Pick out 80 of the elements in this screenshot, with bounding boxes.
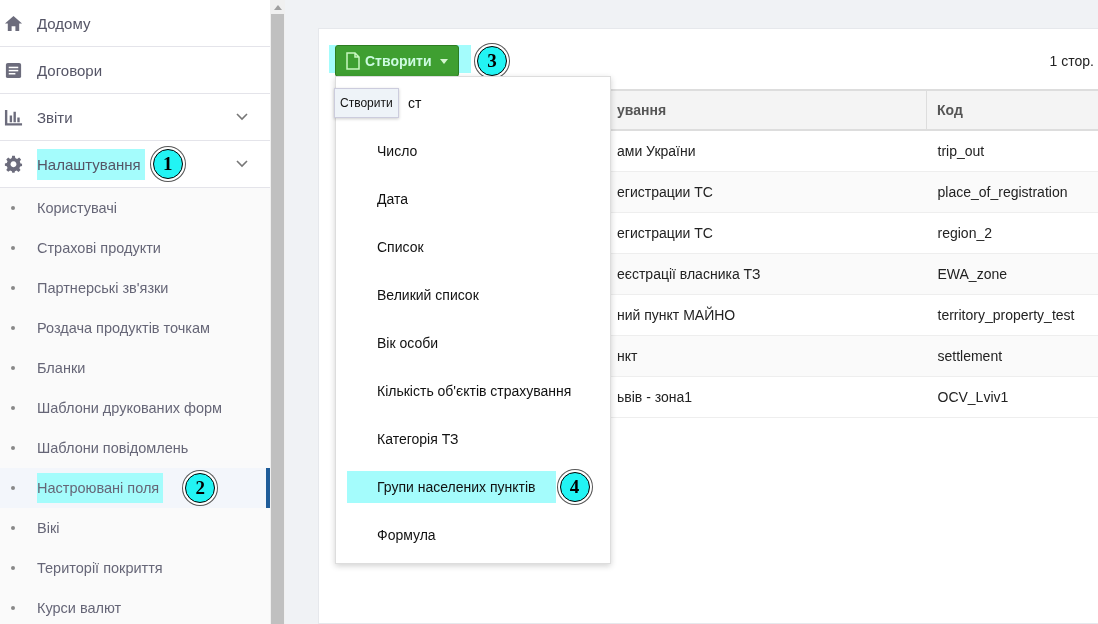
step-number-badge: 4 — [559, 472, 590, 502]
bullet-icon — [11, 206, 15, 210]
menu-label: Настроювані поля — [37, 473, 164, 503]
page-count: 1 стор. — [1049, 53, 1095, 69]
table-cell: ами України — [617, 143, 696, 159]
submenu-item[interactable]: Роздача продуктів точкам — [0, 308, 270, 348]
submenu-item[interactable]: Страхові продукти — [0, 228, 270, 268]
table-cell: place_of_registration — [937, 184, 1068, 200]
step-number-badge: 2 — [185, 473, 216, 503]
bullet-icon — [11, 246, 15, 250]
menu-item[interactable]: Список — [377, 239, 424, 255]
step-number-badge: 3 — [477, 46, 507, 76]
menu-label: Бланки — [37, 360, 86, 376]
table-cell: нкт — [617, 348, 638, 364]
menu-label: Налаштування — [37, 148, 145, 180]
submenu-item[interactable]: Курси валют — [0, 588, 270, 624]
table-cell: region_2 — [937, 225, 992, 241]
menu-label: Території покриття — [37, 560, 163, 576]
menu-item[interactable]: Категорія ТЗ — [377, 431, 459, 447]
settings-icon — [4, 154, 23, 174]
step-number-badge: 1 — [152, 149, 183, 179]
table-cell: trip_out — [937, 143, 985, 159]
submenu-item[interactable]: Партнерські зв'язки — [0, 268, 270, 308]
scroll-up-icon[interactable] — [273, 5, 282, 10]
bullet-icon — [11, 366, 15, 370]
column-header[interactable]: Код — [937, 102, 963, 118]
bullet-icon — [11, 326, 15, 330]
file-icon — [346, 52, 360, 70]
table-cell: settlement — [937, 348, 1003, 364]
menu-label: Користувачі — [37, 200, 118, 216]
menu-label: Вікі — [37, 520, 60, 536]
table-cell: OCV_Lviv1 — [937, 389, 1009, 405]
bullet-icon — [11, 446, 15, 450]
menu-item[interactable]: ст — [408, 95, 422, 111]
menu-item[interactable]: Великий список — [377, 287, 479, 303]
menu-item[interactable]: Кількість об'єктів страхування — [377, 383, 572, 399]
menu-item[interactable]: Формула — [377, 527, 436, 543]
menu-label: Шаблони друкованих форм — [37, 400, 223, 416]
menu-item[interactable]: Вік особи — [377, 335, 439, 351]
table-cell: ьвів - зона1 — [617, 389, 693, 405]
table-cell: ний пункт МАЙНО — [617, 307, 736, 323]
menu-label: Страхові продукти — [37, 240, 161, 256]
scrollbar[interactable] — [270, 0, 285, 624]
menu-label: Додому — [37, 14, 91, 32]
menu-item[interactable]: Договори — [0, 47, 270, 94]
table-cell: еєстрації власника ТЗ — [617, 266, 761, 282]
bullet-icon — [11, 566, 15, 570]
submenu-item[interactable]: Користувачі — [0, 188, 270, 228]
bullet-icon — [11, 286, 15, 290]
submenu-item[interactable]: Шаблони друкованих форм — [0, 388, 270, 428]
table-cell: егистрации ТС — [617, 184, 713, 200]
menu-label: Роздача продуктів точкам — [37, 320, 211, 336]
bullet-icon — [11, 486, 15, 490]
submenu-item[interactable]: Бланки — [0, 348, 270, 388]
menu-label: Звіти — [37, 108, 73, 126]
caret-icon — [439, 58, 448, 64]
menu-label: Шаблони повідомлень — [37, 440, 189, 456]
table-cell: EWA_zone — [937, 266, 1007, 282]
submenu-item[interactable]: Шаблони повідомлень — [0, 428, 270, 468]
tooltip: Створити — [334, 88, 399, 118]
menu-item[interactable]: Дата — [377, 191, 408, 207]
document-icon — [4, 60, 23, 80]
bullet-icon — [11, 406, 15, 410]
menu-item[interactable]: Число — [377, 143, 418, 159]
home-icon — [4, 13, 23, 33]
bar-chart-icon — [4, 107, 23, 127]
menu-item[interactable]: Налаштування 1 — [0, 141, 270, 188]
bullet-icon — [11, 606, 15, 610]
table-cell: territory_property_test — [937, 307, 1075, 323]
menu-item[interactable]: Звіти — [0, 94, 270, 141]
scrollbar-thumb[interactable] — [271, 14, 284, 624]
table-cell: егистрации ТС — [617, 225, 713, 241]
bullet-icon — [11, 526, 15, 530]
submenu-item[interactable]: Настроювані поля 2 — [0, 468, 270, 508]
menu-label: Курси валют — [37, 600, 122, 616]
submenu-item[interactable]: Вікі — [0, 508, 270, 548]
column-header[interactable]: ування — [617, 102, 667, 118]
menu-label: Договори — [37, 61, 103, 79]
submenu-item[interactable]: Території покриття — [0, 548, 270, 588]
menu-label: Партнерські зв'язки — [37, 280, 169, 296]
